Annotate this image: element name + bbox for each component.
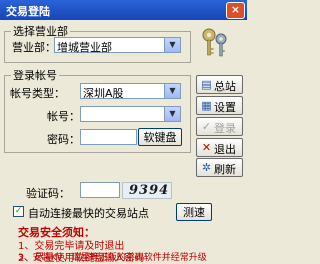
exit-button[interactable]: ✕ 退出 (196, 138, 243, 157)
branch-label: 营业部： (12, 41, 56, 54)
branch-select[interactable]: 增城营业部 ▼ (54, 37, 181, 54)
login-button-label: 登录 (214, 122, 236, 135)
close-icon: ✕ (201, 141, 212, 154)
captcha-label: 验证码： (26, 187, 70, 200)
exit-button-label: 退出 (214, 143, 236, 156)
speedtest-button[interactable]: 测速 (176, 203, 212, 221)
settings-button-label: 设置 (214, 101, 236, 114)
refresh-button[interactable]: ✲ 刷新 (196, 158, 243, 177)
server-icon: ▤ (201, 78, 212, 91)
settings-button[interactable]: ▦ 设置 (196, 96, 243, 115)
settings-icon: ▦ (201, 99, 212, 112)
account-select[interactable]: ▼ (80, 106, 181, 122)
branch-select-value: 增城营业部 (57, 41, 112, 54)
notice-item: 3、安装KV、瑞星等正版的杀毒软件并经常升级 (18, 253, 207, 263)
account-type-value: 深圳A股 (83, 87, 124, 100)
captcha-image[interactable]: 9394 (122, 182, 172, 199)
refresh-icon: ✲ (201, 161, 212, 174)
chevron-down-icon[interactable]: ▼ (164, 84, 180, 98)
soft-keyboard-button[interactable]: 软键盘 (138, 128, 182, 146)
password-field[interactable] (80, 129, 137, 145)
captcha-field[interactable] (80, 182, 120, 198)
auto-connect-checkbox[interactable]: ✓ (13, 206, 24, 217)
account-type-select[interactable]: 深圳A股 ▼ (80, 83, 181, 100)
station-button[interactable]: ▤ 总站 (196, 75, 243, 94)
account-type-label: 帐号类型： (10, 87, 65, 100)
chevron-down-icon[interactable]: ▼ (164, 38, 180, 52)
password-label: 密码： (47, 133, 80, 146)
login-legend: 登录帐号 (13, 69, 57, 82)
checkmark-icon: ✓ (201, 120, 212, 133)
captcha-image-text: 9394 (129, 183, 170, 198)
close-button[interactable]: × (226, 2, 245, 19)
refresh-button-label: 刷新 (214, 163, 236, 176)
keys-icon (198, 26, 230, 60)
chevron-down-icon[interactable]: ▼ (164, 107, 180, 121)
window-title: 交易登陆 (6, 5, 50, 18)
station-button-label: 总站 (214, 80, 236, 93)
title-bar: 交易登陆 × (0, 0, 247, 20)
account-label: 帐号： (47, 110, 80, 123)
auto-connect-label: 自动连接最快的交易站点 (28, 207, 149, 220)
login-button[interactable]: ✓ 登录 (196, 117, 243, 136)
